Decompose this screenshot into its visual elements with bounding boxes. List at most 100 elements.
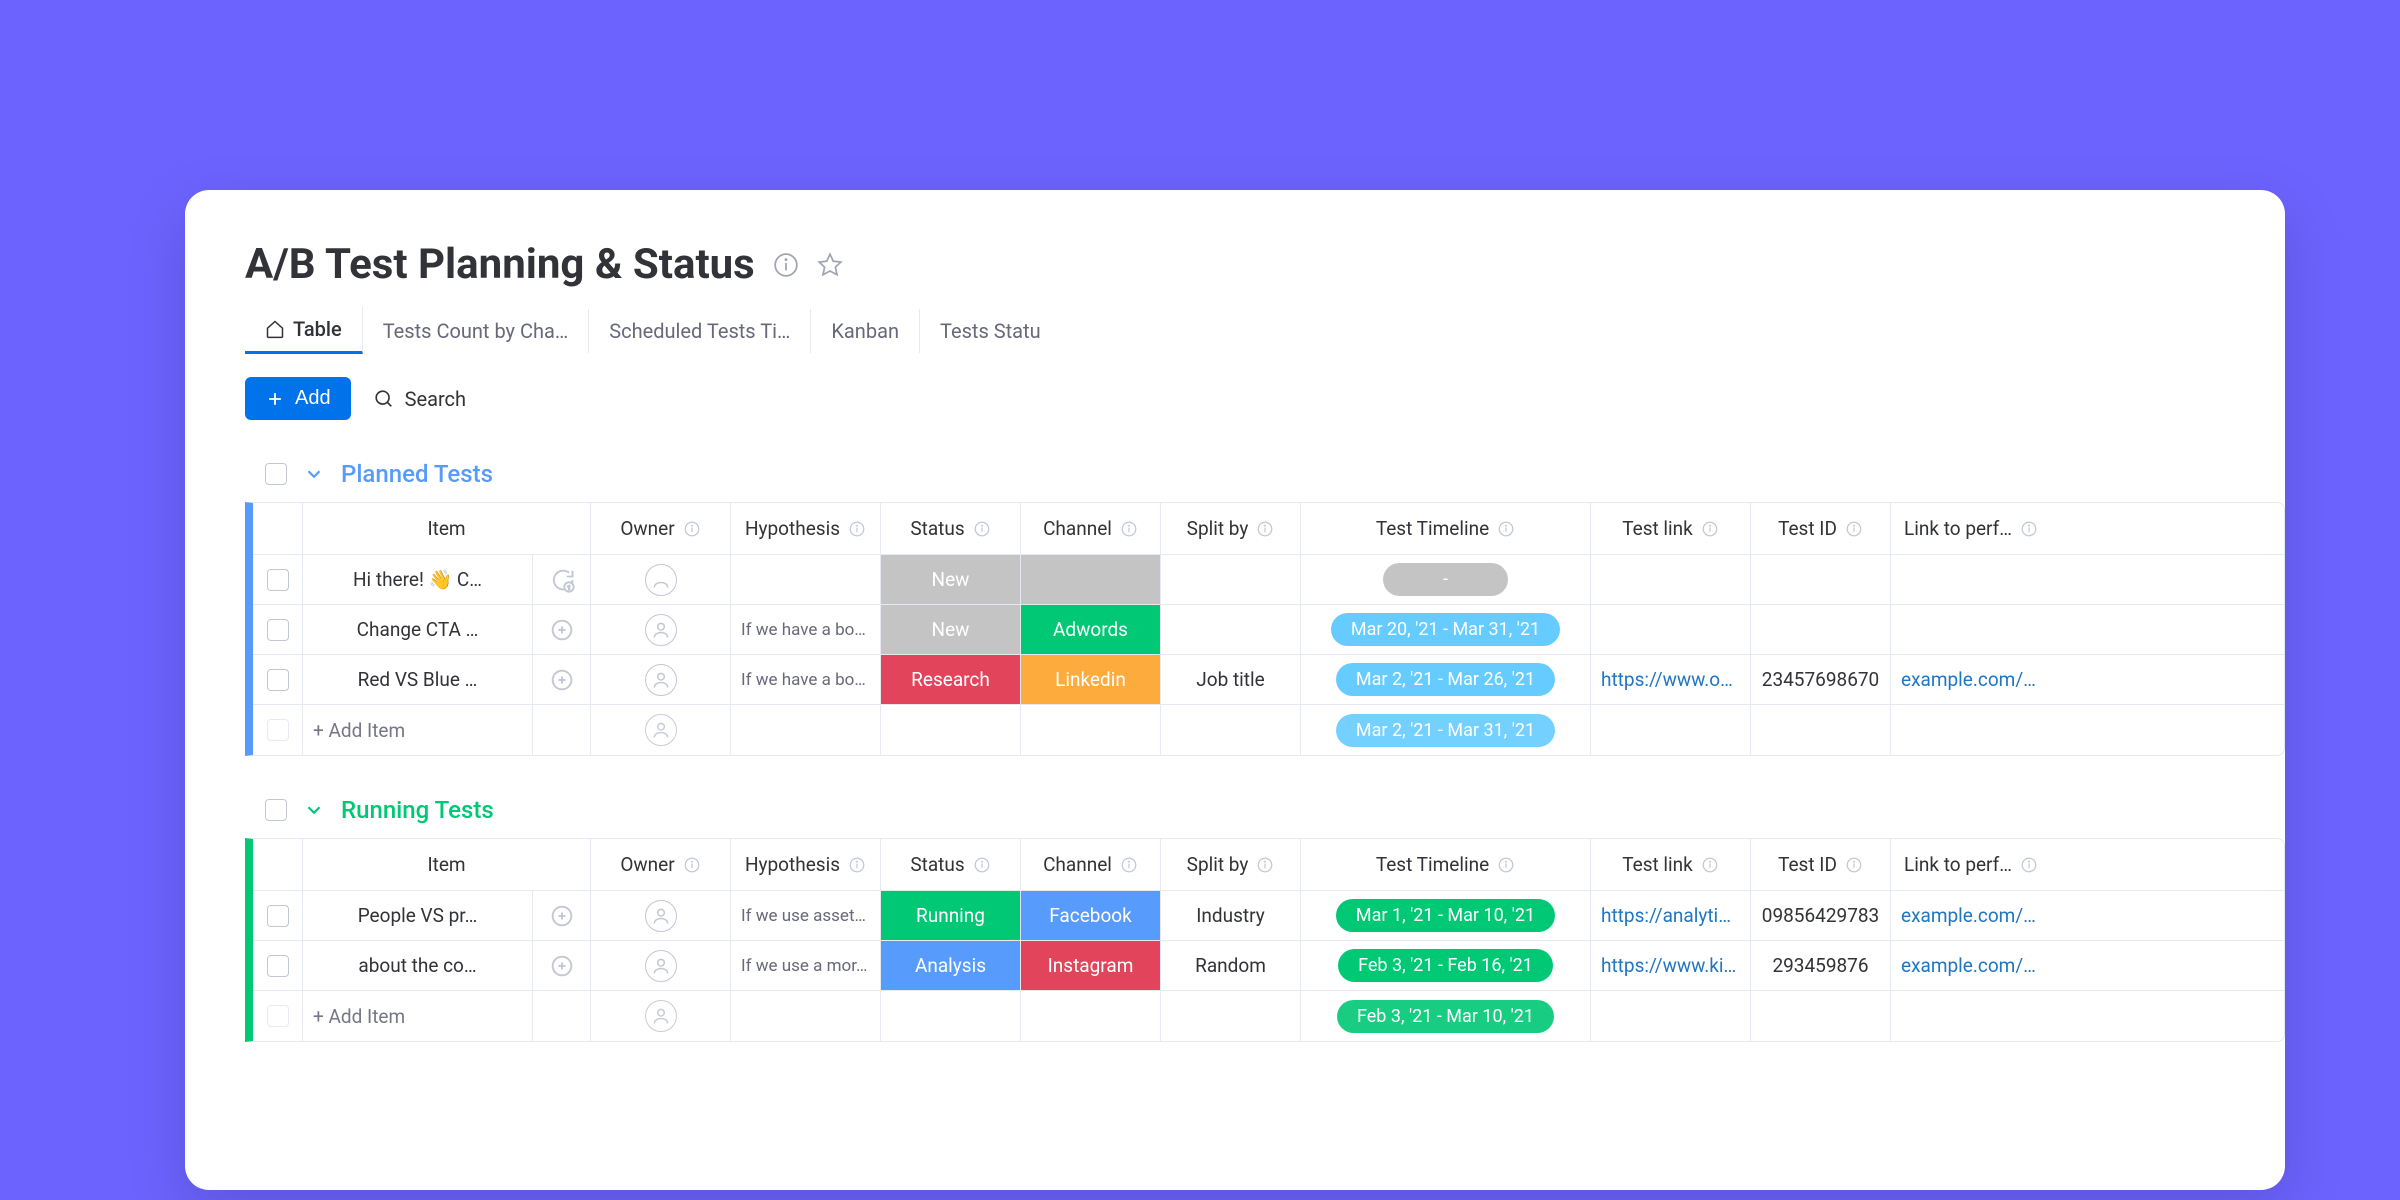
info-icon[interactable] — [1845, 520, 1863, 538]
add-item-row[interactable]: + Add Item Feb 3, '21 - Mar 10, '21 — [253, 991, 2284, 1041]
splitby-cell[interactable] — [1161, 605, 1301, 654]
table-row[interactable]: Red VS Blue … If we have a bou… Research… — [253, 655, 2284, 705]
perf-link-cell[interactable] — [1891, 555, 2051, 604]
column-split-by[interactable]: Split by — [1161, 839, 1301, 890]
column-channel[interactable]: Channel — [1021, 503, 1161, 554]
test-link-cell[interactable] — [1591, 605, 1751, 654]
chat-cell[interactable] — [533, 605, 591, 654]
star-icon[interactable] — [817, 252, 843, 278]
table-row[interactable]: People VS pr… If we use assets… Running … — [253, 891, 2284, 941]
column-timeline[interactable]: Test Timeline — [1301, 503, 1591, 554]
group-title[interactable]: Running Tests — [341, 796, 494, 824]
item-cell[interactable]: People VS pr… — [303, 891, 533, 940]
info-icon[interactable] — [1120, 856, 1138, 874]
perf-link-cell[interactable]: example.com/ab… — [1891, 655, 2051, 704]
column-status[interactable]: Status — [881, 839, 1021, 890]
channel-cell[interactable]: Linkedin — [1021, 655, 1161, 704]
row-checkbox[interactable] — [267, 905, 289, 927]
item-cell[interactable]: Red VS Blue … — [303, 655, 533, 704]
item-cell[interactable]: Change CTA … — [303, 605, 533, 654]
column-owner[interactable]: Owner — [591, 839, 731, 890]
test-link-cell[interactable]: https://www.opti… — [1591, 655, 1751, 704]
chevron-down-icon[interactable] — [303, 799, 325, 821]
info-icon[interactable] — [1845, 856, 1863, 874]
owner-cell[interactable] — [591, 605, 731, 654]
chat-cell[interactable] — [533, 655, 591, 704]
timeline-cell[interactable]: Mar 20, '21 - Mar 31, '21 — [1301, 605, 1591, 654]
group-checkbox[interactable] — [265, 799, 287, 821]
status-cell[interactable]: Research — [881, 655, 1021, 704]
info-icon[interactable] — [1256, 856, 1274, 874]
row-checkbox[interactable] — [267, 955, 289, 977]
info-icon[interactable] — [1256, 520, 1274, 538]
info-icon[interactable] — [683, 856, 701, 874]
row-checkbox[interactable] — [267, 669, 289, 691]
column-test-id[interactable]: Test ID — [1751, 839, 1891, 890]
test-id-cell[interactable]: 293459876 — [1751, 941, 1891, 990]
column-split-by[interactable]: Split by — [1161, 503, 1301, 554]
info-icon[interactable] — [1120, 520, 1138, 538]
tab-tests-status[interactable]: Tests Statu — [920, 309, 1061, 353]
info-icon[interactable] — [848, 520, 866, 538]
column-test-link[interactable]: Test link — [1591, 503, 1751, 554]
splitby-cell[interactable]: Random — [1161, 941, 1301, 990]
group-checkbox[interactable] — [265, 463, 287, 485]
perf-link-cell[interactable]: example.com/ab… — [1891, 891, 2051, 940]
owner-cell[interactable] — [591, 891, 731, 940]
tab-scheduled[interactable]: Scheduled Tests Ti… — [589, 309, 811, 353]
column-channel[interactable]: Channel — [1021, 839, 1161, 890]
row-checkbox[interactable] — [267, 569, 289, 591]
status-cell[interactable]: New — [881, 555, 1021, 604]
item-cell[interactable]: about the co… — [303, 941, 533, 990]
timeline-cell[interactable]: Mar 2, '21 - Mar 26, '21 — [1301, 655, 1591, 704]
table-row[interactable]: Change CTA … If we have a bou… New Adwor… — [253, 605, 2284, 655]
test-id-cell[interactable]: 09856429783 — [1751, 891, 1891, 940]
hypothesis-cell[interactable]: If we use assets… — [731, 891, 881, 940]
add-button[interactable]: Add — [245, 377, 351, 420]
column-perf-link[interactable]: Link to perf… — [1891, 503, 2051, 554]
hypothesis-cell[interactable] — [731, 555, 881, 604]
status-cell[interactable]: New — [881, 605, 1021, 654]
tab-kanban[interactable]: Kanban — [811, 309, 920, 353]
channel-cell[interactable]: Adwords — [1021, 605, 1161, 654]
hypothesis-cell[interactable]: If we have a bou… — [731, 655, 881, 704]
info-icon[interactable] — [2020, 520, 2038, 538]
chat-cell[interactable] — [533, 891, 591, 940]
info-icon[interactable] — [2020, 856, 2038, 874]
add-item-cell[interactable]: + Add Item — [303, 705, 533, 755]
splitby-cell[interactable]: Industry — [1161, 891, 1301, 940]
test-id-cell[interactable] — [1751, 605, 1891, 654]
table-row[interactable]: about the co… If we use a mor… Analysis … — [253, 941, 2284, 991]
table-row[interactable]: Hi there! 👋 C… 1 New - — [253, 555, 2284, 605]
tab-table[interactable]: Table — [245, 307, 363, 354]
info-icon[interactable] — [683, 520, 701, 538]
channel-cell[interactable]: Facebook — [1021, 891, 1161, 940]
column-item[interactable]: Item — [303, 839, 591, 890]
splitby-cell[interactable]: Job title — [1161, 655, 1301, 704]
column-timeline[interactable]: Test Timeline — [1301, 839, 1591, 890]
test-id-cell[interactable]: 23457698670 — [1751, 655, 1891, 704]
column-test-link[interactable]: Test link — [1591, 839, 1751, 890]
column-item[interactable]: Item — [303, 503, 591, 554]
info-icon[interactable] — [973, 856, 991, 874]
info-icon[interactable] — [1497, 856, 1515, 874]
add-item-row[interactable]: + Add Item Mar 2, '21 - Mar 31, '21 — [253, 705, 2284, 755]
channel-cell[interactable]: Instagram — [1021, 941, 1161, 990]
item-cell[interactable]: Hi there! 👋 C… — [303, 555, 533, 604]
chat-cell[interactable] — [533, 941, 591, 990]
test-id-cell[interactable] — [1751, 555, 1891, 604]
add-item-cell[interactable]: + Add Item — [303, 991, 533, 1041]
info-icon[interactable] — [973, 520, 991, 538]
column-test-id[interactable]: Test ID — [1751, 503, 1891, 554]
timeline-cell[interactable]: Feb 3, '21 - Feb 16, '21 — [1301, 941, 1591, 990]
info-icon[interactable] — [848, 856, 866, 874]
test-link-cell[interactable] — [1591, 555, 1751, 604]
chat-cell[interactable]: 1 — [533, 555, 591, 604]
row-checkbox[interactable] — [267, 619, 289, 641]
owner-cell[interactable] — [591, 555, 731, 604]
owner-cell[interactable] — [591, 655, 731, 704]
group-title[interactable]: Planned Tests — [341, 460, 493, 488]
search-button[interactable]: Search — [373, 387, 466, 411]
status-cell[interactable]: Analysis — [881, 941, 1021, 990]
owner-cell[interactable] — [591, 941, 731, 990]
